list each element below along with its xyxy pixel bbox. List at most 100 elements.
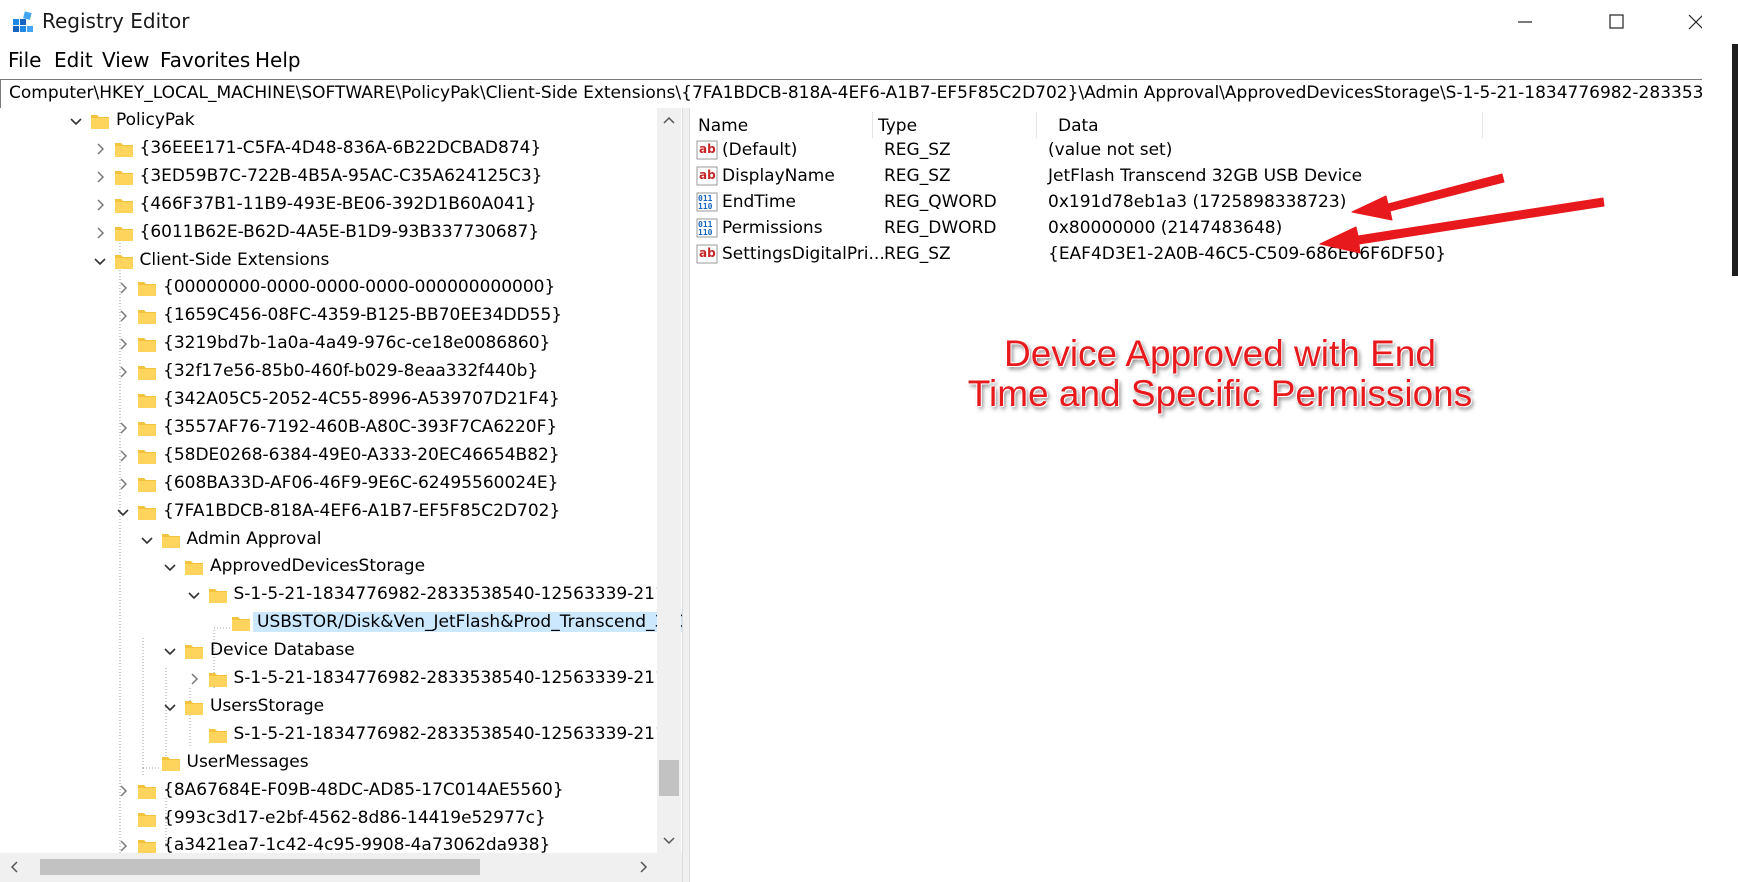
chevron-down-icon[interactable] [115,504,131,520]
chevron-right-icon[interactable] [115,476,131,492]
maximize-button[interactable] [1590,0,1660,44]
tree-node-label[interactable]: S-1-5-21-1834776982-2833538540-12563339-… [234,584,677,604]
tree-node-label[interactable]: {3219bd7b-1a0a-4a49-976c-ce18e0086860} [163,333,550,353]
chevron-right-icon[interactable] [92,225,108,241]
value-row[interactable]: 011 110 EndTime REG_QWORD 0x191d78eb1a3 (172… [696,188,1696,216]
svg-text:ab: ab [699,246,716,260]
menu-edit[interactable]: Edit [54,48,93,72]
pane-splitter[interactable] [682,108,690,882]
chevron-right-icon[interactable] [115,448,131,464]
chevron-down-icon[interactable] [162,559,178,575]
chevron-right-icon[interactable] [115,336,131,352]
scroll-thumb[interactable] [659,760,679,796]
value-row[interactable]: ab SettingsDigitalPri... REG_SZ {EAF4D3E1-2… [696,240,1696,268]
column-header-data[interactable]: Data [1058,116,1099,136]
column-divider[interactable] [1482,112,1483,138]
folder-icon [114,142,133,157]
chevron-right-icon[interactable] [115,280,131,296]
values-list[interactable]: Name Type Data ab (Default) REG_SZ (value n… [690,108,1702,882]
chevron-right-icon[interactable] [115,308,131,324]
tree-horizontal-scrollbar[interactable] [0,853,682,882]
tree-node-label[interactable]: Client-Side Extensions [140,250,330,270]
tree-node-label[interactable]: {993c3d17-e2bf-4562-8d86-14419e52977c} [163,808,546,828]
column-divider[interactable] [1036,112,1037,138]
chevron-down-icon[interactable] [162,643,178,659]
chevron-right-icon[interactable] [115,364,131,380]
tree-node-label[interactable]: Admin Approval [187,529,322,549]
tree-node-label[interactable]: {58DE0268-6384-49E0-A333-20EC46654B82} [163,445,560,465]
folder-icon [114,254,133,269]
tree-node-label[interactable]: ApprovedDevicesStorage [210,556,425,576]
tree-node-label[interactable]: {342A05C5-2052-4C55-8996-A539707D21F4} [163,389,560,409]
svg-text:110: 110 [698,202,713,211]
tree-vertical-scrollbar[interactable] [657,108,681,853]
chevron-down-icon[interactable] [92,253,108,269]
chevron-right-icon[interactable] [92,141,108,157]
column-divider[interactable] [872,112,873,138]
menu-favorites[interactable]: Favorites [160,48,250,72]
title-bar: Registry Editor [0,0,1738,44]
tree-node-label[interactable]: Device Database [210,640,355,660]
tree-node-label[interactable]: {36EEE171-C5FA-4D48-836A-6B22DCBAD874} [140,138,542,158]
binary-value-icon: 011110 [696,192,718,212]
chevron-right-icon[interactable] [186,671,202,687]
chevron-down-icon[interactable] [162,699,178,715]
value-row[interactable]: ab DisplayName REG_SZ JetFlash Transcend 32… [696,162,1696,190]
tree-leaf-spacer [115,392,131,408]
value-name[interactable]: (Default) [722,140,797,160]
tree-node-label[interactable]: S-1-5-21-1834776982-2833538540-12563339-… [234,724,677,744]
address-path[interactable]: Computer\HKEY_LOCAL_MACHINE\SOFTWARE\Pol… [9,83,1737,103]
chevron-right-icon[interactable] [92,169,108,185]
tree-node-label[interactable]: {1659C456-08FC-4359-B125-BB70EE34DD55} [163,305,562,325]
chevron-down-icon[interactable] [186,587,202,603]
chevron-right-icon[interactable] [115,838,131,854]
tree-node-label[interactable]: {7FA1BDCB-818A-4EF6-A1B7-EF5F85C2D702} [163,501,560,521]
scroll-down-icon[interactable] [657,829,681,853]
value-type: REG_SZ [884,140,951,160]
tree-node-label[interactable]: {6011B62E-B62D-4A5E-B1D9-93B337730687} [140,222,540,242]
value-name[interactable]: Permissions [722,218,823,238]
chevron-right-icon[interactable] [115,783,131,799]
value-row[interactable]: 011 110 Permissions REG_DWORD 0x80000000 (21… [696,214,1696,242]
value-data: 0x191d78eb1a3 (1725898338723) [1048,192,1347,212]
tree-node-label[interactable]: USBSTOR/Disk&Ven_JetFlash&Prod_Transcend… [253,612,682,633]
value-row[interactable]: ab (Default) REG_SZ (value not set) [696,136,1696,164]
scroll-right-icon[interactable] [632,853,656,882]
column-header-name[interactable]: Name [698,116,748,136]
tree-node-label[interactable]: {32f17e56-85b0-460f-b029-8eaa332f440b} [163,361,538,381]
value-data: 0x80000000 (2147483648) [1048,218,1283,238]
folder-icon [138,310,156,325]
chevron-down-icon[interactable] [68,113,84,129]
value-name[interactable]: DisplayName [722,166,835,186]
tree-node-label[interactable]: UsersStorage [210,696,324,716]
value-name[interactable]: SettingsDigitalPri... [722,244,885,264]
tree-leaf-spacer [115,811,131,827]
tree-node-label[interactable]: {8A67684E-F09B-48DC-AD85-17C014AE5560} [163,780,564,800]
folder-icon [138,449,156,464]
scroll-left-icon[interactable] [2,853,26,882]
value-name[interactable]: EndTime [722,192,796,212]
chevron-right-icon[interactable] [92,197,108,213]
horizontal-scroll-thumb[interactable] [40,859,480,875]
column-header-type[interactable]: Type [878,116,917,136]
key-tree[interactable]: PolicyPak {36EEE171-C5FA-4D48-836A-6B22DC… [0,108,682,882]
tree-node-label[interactable]: S-1-5-21-1834776982-2833538540-12563339-… [234,668,677,688]
menu-file[interactable]: File [8,48,41,72]
window-title: Registry Editor [42,9,190,33]
tree-node-label[interactable]: {608BA33D-AF06-46F9-9E6C-62495560024E} [163,473,558,493]
tree-node-label[interactable]: {466F37B1-11B9-493E-BE06-392D1B60A041} [140,194,537,214]
menu-view[interactable]: View [102,48,149,72]
scroll-up-icon[interactable] [657,108,681,132]
chevron-down-icon[interactable] [139,532,155,548]
chevron-right-icon[interactable] [115,420,131,436]
callout-line-1: Device Approved with End [1003,333,1436,375]
tree-node-label[interactable]: UserMessages [187,752,309,772]
menu-help[interactable]: Help [255,48,301,72]
tree-node-label[interactable]: PolicyPak [116,110,195,130]
tree-node-label[interactable]: {3ED59B7C-722B-4B5A-95AC-C35A624125C3} [140,166,543,186]
address-bar[interactable]: Computer\HKEY_LOCAL_MACHINE\SOFTWARE\Pol… [0,79,1738,109]
minimize-button[interactable] [1490,0,1560,44]
value-data: JetFlash Transcend 32GB USB Device [1048,166,1363,186]
tree-node-label[interactable]: {00000000-0000-0000-0000-000000000000} [163,277,555,297]
tree-node-label[interactable]: {3557AF76-7192-460B-A80C-393F7CA6220F} [163,417,557,437]
